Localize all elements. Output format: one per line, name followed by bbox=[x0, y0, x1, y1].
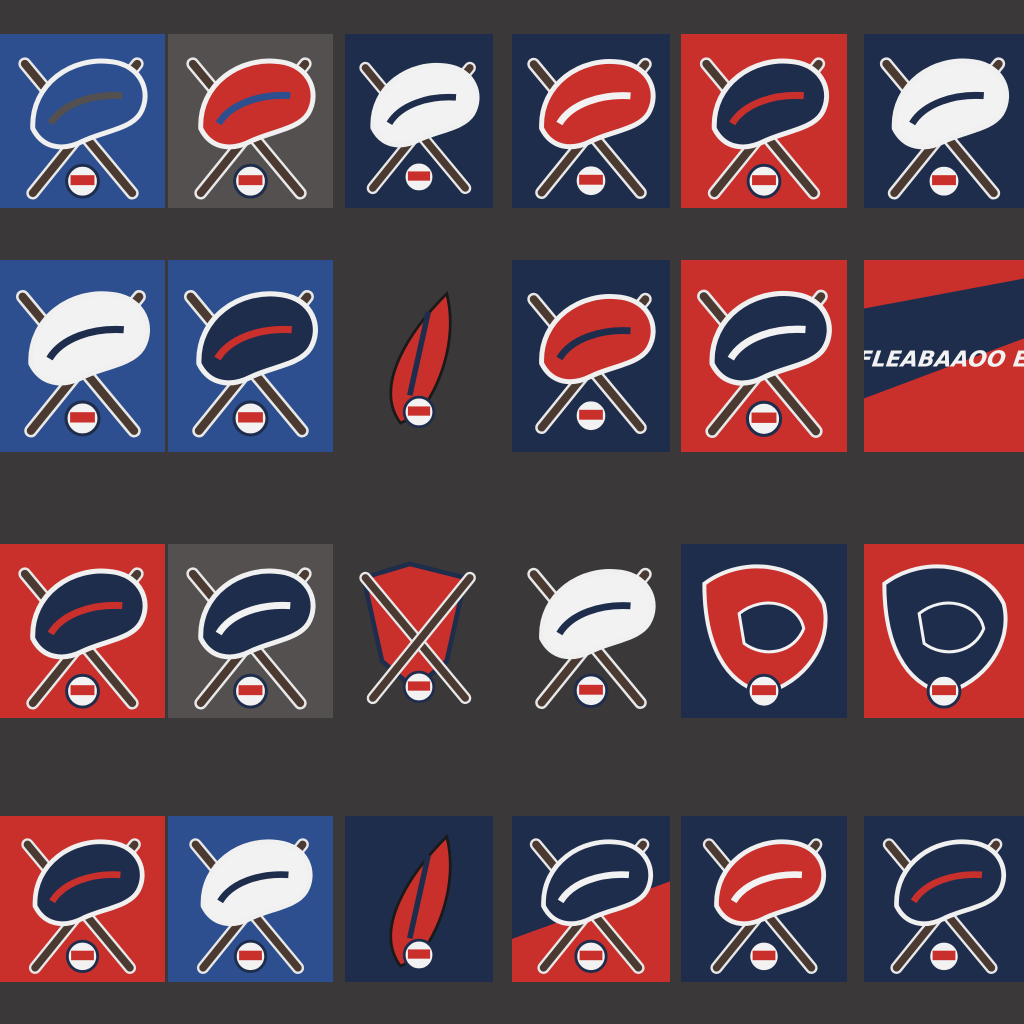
ball-badge bbox=[233, 939, 268, 973]
ball-badge bbox=[233, 163, 268, 199]
helmet-shape bbox=[370, 62, 480, 148]
ball-badge bbox=[573, 398, 609, 434]
logo-tile[interactable] bbox=[681, 260, 847, 452]
ball-badge bbox=[746, 163, 782, 199]
ball-badge bbox=[927, 939, 961, 973]
helmet-shape bbox=[198, 568, 316, 660]
logo-tile[interactable] bbox=[345, 260, 493, 452]
ball-badge bbox=[402, 395, 436, 429]
logo-tile[interactable] bbox=[681, 544, 847, 718]
red-shield-bats-icon bbox=[359, 561, 476, 705]
helmet-shape bbox=[709, 290, 832, 386]
ball-badge bbox=[64, 400, 101, 437]
mascot-head-icon bbox=[882, 564, 1008, 709]
red-feather-mascot-icon bbox=[389, 833, 452, 972]
helmet-shape bbox=[541, 839, 653, 927]
logo-tile[interactable] bbox=[0, 260, 165, 452]
helmet-shape bbox=[539, 293, 656, 385]
helmet-shape bbox=[894, 839, 1006, 927]
logo-tile[interactable] bbox=[0, 816, 165, 982]
ball-badge bbox=[926, 673, 962, 709]
ball-badge bbox=[402, 160, 436, 194]
crossed-bats-helmet-icon bbox=[699, 57, 830, 200]
ball-badge bbox=[746, 673, 782, 709]
logo-tile[interactable] bbox=[864, 816, 1024, 982]
logo-tile[interactable]: FLEABAAOO ECR6 bbox=[864, 260, 1024, 452]
logo-tile[interactable] bbox=[681, 816, 847, 982]
crossed-bats-helmet-icon bbox=[702, 838, 826, 974]
helmet-shape bbox=[539, 58, 656, 150]
logo-tile[interactable] bbox=[512, 544, 670, 718]
crossed-bats-helmet-icon bbox=[186, 567, 316, 710]
crossed-bats-helmet-icon bbox=[879, 57, 1010, 200]
logo-tile[interactable] bbox=[345, 34, 493, 208]
crossed-bats-helmet-icon bbox=[697, 289, 832, 438]
crossed-bats-helmet-icon bbox=[529, 838, 653, 974]
crossed-bats-helmet-icon bbox=[527, 57, 656, 200]
helmet-shape bbox=[891, 58, 1010, 150]
helmet-shape bbox=[198, 58, 316, 150]
red-feather-mascot-icon bbox=[389, 290, 452, 429]
logo-tile[interactable] bbox=[512, 34, 670, 208]
ball-badge bbox=[747, 939, 781, 973]
helmet-shape bbox=[30, 58, 148, 150]
logo-tile[interactable] bbox=[345, 816, 493, 982]
crossed-bats-helmet-icon bbox=[18, 57, 148, 200]
crossed-bats-helmet-icon bbox=[527, 567, 656, 710]
ball-badge bbox=[232, 400, 269, 437]
crossed-bats-helmet-icon bbox=[21, 838, 145, 974]
ball-badge bbox=[402, 938, 436, 972]
logo-tile[interactable] bbox=[864, 34, 1024, 208]
mascot-head-icon bbox=[702, 564, 828, 709]
crossed-bats-helmet-icon bbox=[15, 290, 150, 438]
logo-tile[interactable] bbox=[345, 544, 493, 718]
helmet-shape bbox=[32, 839, 145, 927]
logo-tile[interactable] bbox=[0, 34, 165, 208]
helmet-shape bbox=[196, 291, 318, 386]
crossed-bats-helmet-icon bbox=[189, 838, 313, 974]
ball-badge bbox=[926, 163, 962, 199]
crossed-bats-helmet-icon bbox=[183, 290, 318, 438]
helmet-shape bbox=[714, 839, 826, 927]
ball-badge bbox=[745, 400, 783, 437]
ball-badge bbox=[65, 673, 100, 709]
logo-tile[interactable] bbox=[864, 544, 1024, 718]
ball-badge bbox=[574, 939, 608, 973]
helmet-shape bbox=[28, 291, 150, 386]
logo-tile[interactable] bbox=[168, 544, 333, 718]
helmet-shape bbox=[200, 839, 313, 927]
logo-tile[interactable] bbox=[512, 260, 670, 452]
ball-badge bbox=[233, 673, 268, 709]
logo-tile[interactable] bbox=[512, 816, 670, 982]
ball-badge bbox=[65, 939, 100, 973]
logo-tile[interactable] bbox=[681, 34, 847, 208]
crossed-bats-helmet-icon bbox=[882, 838, 1006, 974]
logo-tile[interactable] bbox=[168, 816, 333, 982]
wordmark-banner-icon: FLEABAAOO ECR6 bbox=[864, 278, 1024, 444]
crossed-bats-helmet-icon bbox=[527, 292, 656, 435]
helmet-shape bbox=[711, 58, 830, 150]
helmet-shape bbox=[539, 568, 656, 660]
ball-badge bbox=[573, 163, 609, 199]
ball-badge bbox=[402, 670, 436, 704]
crossed-bats-helmet-icon bbox=[18, 567, 148, 710]
helmet-shape bbox=[30, 568, 148, 660]
crossed-bats-helmet-icon bbox=[359, 61, 480, 195]
logo-tile[interactable] bbox=[168, 34, 333, 208]
ball-badge bbox=[573, 673, 609, 709]
logo-tile[interactable] bbox=[168, 260, 333, 452]
crossed-bats-helmet-icon bbox=[186, 57, 316, 200]
ball-badge bbox=[65, 163, 100, 199]
wordmark-text: FLEABAAOO ECR6 bbox=[864, 347, 1024, 373]
logo-tile[interactable] bbox=[0, 544, 165, 718]
